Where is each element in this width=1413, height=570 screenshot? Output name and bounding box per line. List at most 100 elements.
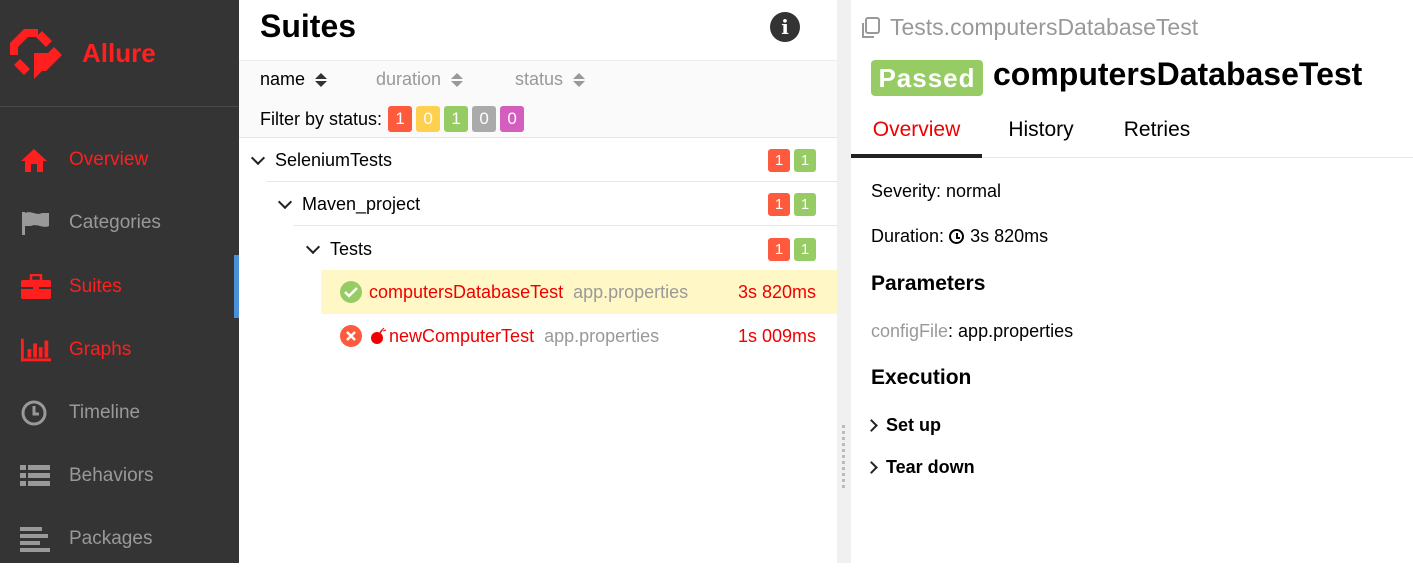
parameters-heading: Parameters bbox=[871, 272, 986, 295]
filter-passed-badge[interactable]: 1 bbox=[444, 106, 469, 132]
execution-heading: Execution bbox=[871, 366, 972, 389]
sort-by-duration[interactable]: duration bbox=[376, 69, 464, 90]
list-icon bbox=[20, 462, 52, 490]
sidebar-item-label: Timeline bbox=[69, 401, 141, 423]
align-left-icon bbox=[20, 525, 52, 553]
test-detail-pane: Tests.computersDatabaseTest Passed compu… bbox=[851, 0, 1413, 563]
sort-by-status[interactable]: status bbox=[515, 69, 586, 90]
test-param: app.properties bbox=[573, 281, 689, 302]
sidebar-item-label: Graphs bbox=[69, 338, 132, 360]
pane-splitter[interactable] bbox=[837, 0, 851, 563]
page-title: Suites bbox=[260, 8, 357, 44]
failed-x-icon bbox=[340, 325, 362, 347]
failed-count-badge: 1 bbox=[768, 148, 790, 172]
detail-tabs: Overview History Retries bbox=[851, 112, 1413, 158]
node-counts: 1 1 bbox=[768, 237, 816, 261]
sidebar-item-packages[interactable]: Packages bbox=[0, 507, 239, 570]
flag-icon bbox=[20, 209, 52, 237]
sidebar-item-label: Behaviors bbox=[69, 464, 154, 486]
chevron-right-icon bbox=[865, 461, 878, 474]
failed-count-badge: 1 bbox=[768, 192, 790, 216]
sidebar-item-behaviors[interactable]: Behaviors bbox=[0, 444, 239, 507]
breadcrumb-text: Tests.computersDatabaseTest bbox=[890, 14, 1199, 40]
divider bbox=[294, 225, 837, 226]
sort-arrows-icon bbox=[451, 72, 464, 87]
filter-unknown-badge[interactable]: 0 bbox=[500, 106, 525, 132]
chevron-down-icon bbox=[250, 150, 266, 165]
passed-count-badge: 1 bbox=[794, 148, 816, 172]
sidebar-item-graphs[interactable]: Graphs bbox=[0, 318, 239, 381]
filter-broken-badge[interactable]: 0 bbox=[416, 106, 441, 132]
node-counts: 1 1 bbox=[768, 148, 816, 172]
clock-icon bbox=[20, 399, 52, 427]
teardown-section[interactable]: Tear down bbox=[865, 457, 975, 478]
chevron-down-icon bbox=[305, 239, 321, 254]
node-counts: 1 1 bbox=[768, 192, 816, 216]
sort-arrows-icon bbox=[573, 72, 586, 87]
bomb-icon bbox=[369, 327, 387, 345]
tree-node-maven-project[interactable]: Maven_project 1 1 bbox=[239, 182, 837, 226]
sidebar-item-overview[interactable]: Overview bbox=[0, 128, 239, 191]
copy-icon bbox=[862, 16, 880, 38]
sidebar-item-categories[interactable]: Categories bbox=[0, 191, 239, 254]
test-name: computersDatabaseTest bbox=[369, 281, 564, 302]
severity-field: Severity: normal bbox=[871, 181, 1002, 201]
filter-skipped-badge[interactable]: 0 bbox=[472, 106, 497, 132]
chevron-right-icon bbox=[865, 419, 878, 432]
duration-label: Duration: bbox=[871, 226, 945, 246]
brand[interactable]: Allure bbox=[0, 0, 239, 107]
tab-history[interactable]: History bbox=[991, 112, 1091, 158]
passed-count-badge: 1 bbox=[794, 237, 816, 261]
param-key: configFile bbox=[871, 321, 949, 341]
status-badge: Passed bbox=[871, 60, 983, 96]
sidebar-item-label: Suites bbox=[69, 275, 122, 297]
parameter-row: configFile: app.properties bbox=[871, 321, 1073, 342]
sidebar-item-label: Overview bbox=[69, 148, 149, 170]
tab-overview[interactable]: Overview bbox=[851, 112, 982, 158]
test-duration: 1s 009ms bbox=[737, 325, 816, 346]
allure-logo-icon bbox=[10, 29, 62, 79]
sort-name-label: name bbox=[260, 69, 306, 89]
setup-section[interactable]: Set up bbox=[865, 415, 942, 436]
brand-name: Allure bbox=[82, 37, 156, 68]
tab-retries[interactable]: Retries bbox=[1109, 112, 1205, 158]
sidebar-item-timeline[interactable]: Timeline bbox=[0, 381, 239, 444]
sort-filter-bar: name duration status Filter by status: 1… bbox=[239, 60, 837, 138]
test-row-newcomputertest[interactable]: newComputerTest app.properties 1s 009ms bbox=[321, 314, 837, 358]
tree-node-tests[interactable]: Tests 1 1 bbox=[239, 227, 837, 271]
status-filter: Filter by status: 1 0 1 0 0 bbox=[260, 106, 528, 132]
duration-value: 3s 820ms bbox=[970, 226, 1049, 246]
test-duration: 3s 820ms bbox=[737, 281, 816, 302]
test-title: computersDatabaseTest bbox=[993, 56, 1363, 92]
tree-node-label: SeleniumTests bbox=[275, 149, 393, 170]
sort-status-label: status bbox=[515, 69, 564, 89]
clock-icon bbox=[949, 229, 965, 244]
test-row-computersdatabasetest[interactable]: computersDatabaseTest app.properties 3s … bbox=[321, 270, 837, 314]
filter-label: Filter by status: bbox=[260, 108, 383, 129]
suites-pane: Suites i name duration status Filter by … bbox=[239, 0, 837, 563]
sidebar-item-suites[interactable]: Suites bbox=[0, 255, 239, 318]
tree-node-seleniumtests[interactable]: SeleniumTests 1 1 bbox=[239, 138, 837, 182]
drag-handle-icon bbox=[841, 425, 847, 491]
test-param: app.properties bbox=[544, 325, 660, 346]
sort-duration-label: duration bbox=[376, 69, 442, 89]
info-icon[interactable]: i bbox=[770, 12, 800, 42]
tree-node-label: Maven_project bbox=[302, 193, 421, 214]
failed-count-badge: 1 bbox=[768, 237, 790, 261]
home-icon bbox=[20, 146, 52, 174]
test-name: newComputerTest bbox=[389, 325, 535, 346]
teardown-label: Tear down bbox=[886, 457, 975, 477]
bar-chart-icon bbox=[20, 336, 52, 364]
chevron-down-icon bbox=[277, 194, 293, 209]
sidebar-item-label: Categories bbox=[69, 211, 161, 233]
briefcase-icon bbox=[20, 273, 52, 301]
setup-label: Set up bbox=[886, 415, 942, 435]
sidebar: Allure Overview Categories Suites Graphs… bbox=[0, 0, 239, 563]
breadcrumb[interactable]: Tests.computersDatabaseTest bbox=[859, 14, 1198, 41]
duration-field: Duration: 3s 820ms bbox=[871, 226, 1048, 247]
passed-count-badge: 1 bbox=[794, 192, 816, 216]
sidebar-item-label: Packages bbox=[69, 527, 153, 549]
sort-arrows-icon bbox=[315, 72, 328, 87]
sort-by-name[interactable]: name bbox=[260, 69, 328, 90]
filter-failed-badge[interactable]: 1 bbox=[388, 106, 413, 132]
